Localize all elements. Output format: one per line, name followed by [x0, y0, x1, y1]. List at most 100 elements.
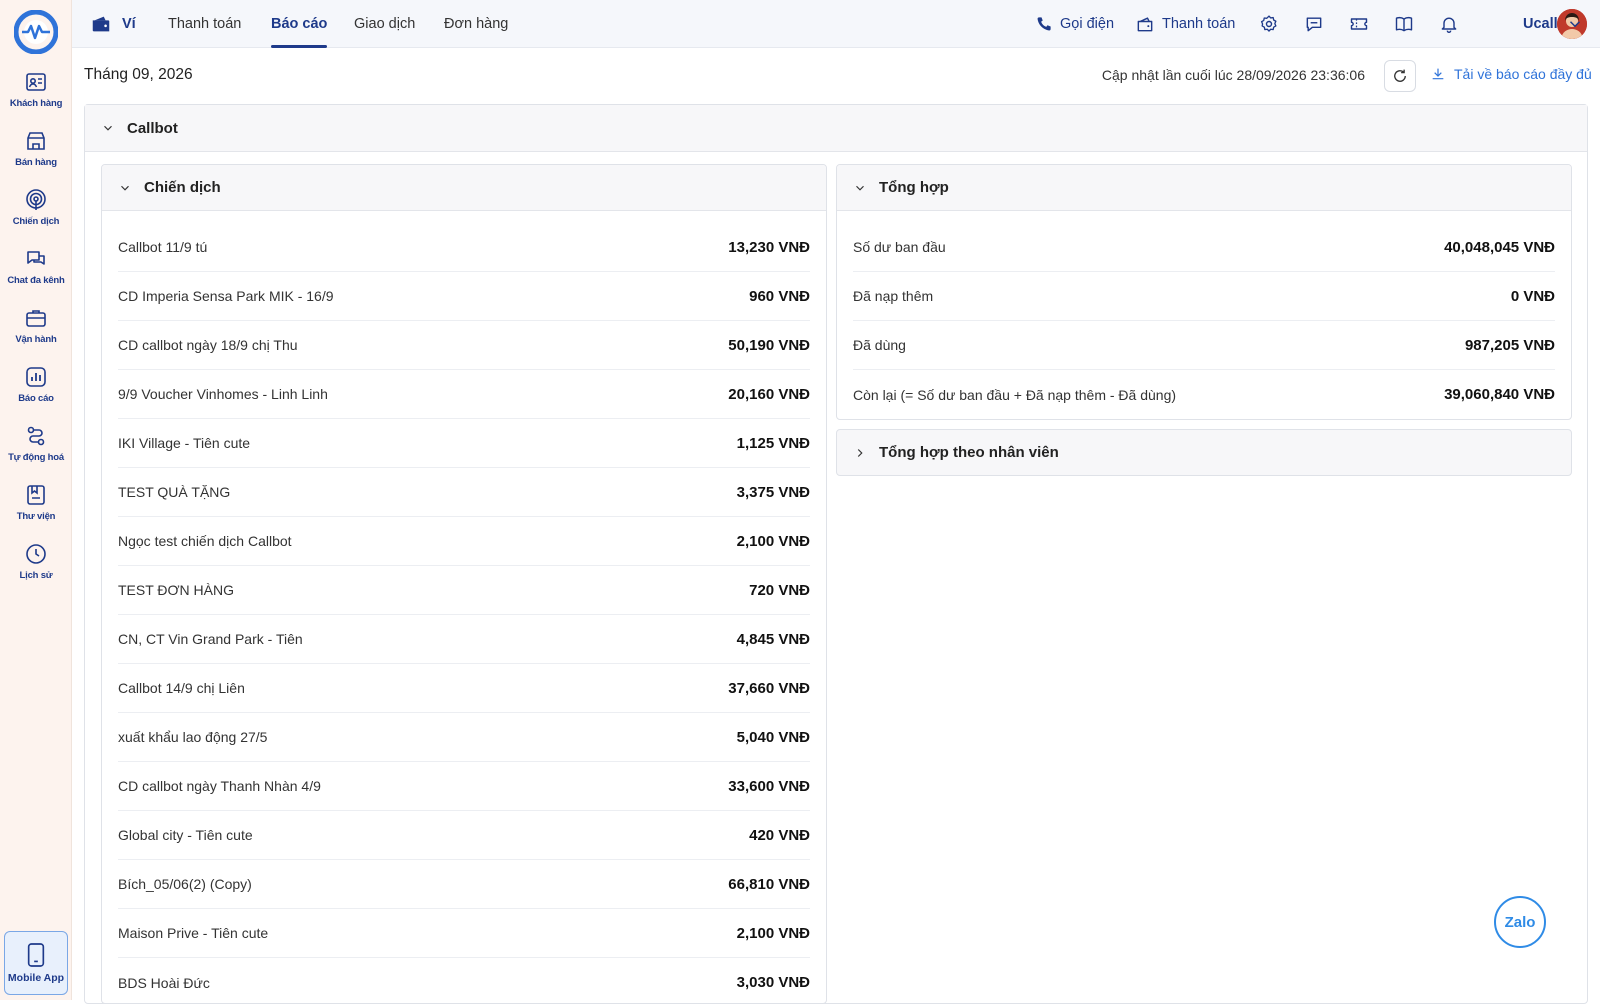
sidebar-item-automation[interactable]: Tự động hoá	[0, 424, 72, 476]
table-row: Đã dùng 987,205 VNĐ	[853, 321, 1555, 370]
campaigns-card-header[interactable]: Chiến dịch	[102, 165, 826, 211]
sidebar-item-label: Thư viện	[16, 511, 56, 522]
table-row: CN, CT Vin Grand Park - Tiên 4,845 VNĐ	[118, 615, 810, 664]
ticket-icon[interactable]	[1347, 12, 1371, 36]
tab-transactions[interactable]: Giao dịch	[354, 0, 415, 48]
library-icon	[27, 485, 45, 505]
summary-list: Số dư ban đầu 40,048,045 VNĐ Đã nạp thêm 0 …	[837, 211, 1571, 419]
row-value: 66,810 VNĐ	[728, 875, 810, 893]
row-value: 4,845 VNĐ	[736, 630, 810, 648]
row-name: TEST ĐƠN HÀNG	[118, 582, 234, 598]
ucall-logo[interactable]	[13, 9, 59, 55]
callbot-title: Callbot	[127, 119, 178, 137]
table-row: CD callbot ngày 18/9 chị Thu 50,190 VNĐ	[118, 321, 810, 370]
table-row: Bích_05/06(2) (Copy) 66,810 VNĐ	[118, 860, 810, 909]
mobile-app-label: Mobile App	[7, 972, 65, 984]
sidebar-item-label: Chiến dịch	[12, 216, 60, 227]
clock-icon	[26, 544, 46, 564]
row-name: Ngọc test chiến dịch Callbot	[118, 533, 292, 549]
call-button[interactable]: Gọi điện	[1034, 0, 1114, 48]
wallet-icon	[92, 16, 110, 32]
sidebar-item-campaigns[interactable]: Chiến dịch	[0, 188, 72, 240]
row-value: 960 VNĐ	[749, 287, 810, 305]
table-row: Còn lại (= Số dư ban đầu + Đã nạp thêm -…	[853, 370, 1555, 419]
guide-book-icon[interactable]	[1392, 12, 1416, 36]
table-row: xuất khẩu lao động 27/5 5,040 VNĐ	[118, 713, 810, 762]
sidebar-item-label: Vận hành	[15, 334, 57, 345]
table-row: 9/9 Voucher Vinhomes - Linh Linh 20,160 V…	[118, 370, 810, 419]
chat-icon	[27, 251, 45, 265]
phone-icon	[1037, 16, 1051, 30]
sidebar-item-omnichannel-chat[interactable]: Chat đa kênh	[0, 247, 72, 299]
row-value: 1,125 VNĐ	[736, 434, 810, 452]
sidebar-item-library[interactable]: Thư viện	[0, 483, 72, 535]
row-value: 20,160 VNĐ	[728, 385, 810, 403]
download-label: Tải về báo cáo đầy đủ	[1454, 66, 1592, 82]
callbot-panel-header[interactable]: Callbot	[85, 105, 1587, 152]
row-value: 40,048,045 VNĐ	[1444, 238, 1555, 256]
row-name: TEST QUÀ TẶNG	[118, 484, 231, 500]
chevron-down-icon	[1569, 21, 1580, 28]
tab-wallet[interactable]: Ví	[90, 0, 136, 48]
table-row: TEST QUÀ TẶNG 3,375 VNĐ	[118, 468, 810, 517]
chevron-down-icon	[121, 185, 129, 191]
chevron-down-icon	[104, 125, 112, 131]
user-name: Ucall	[1523, 16, 1558, 32]
row-value: 987,205 VNĐ	[1464, 336, 1555, 354]
report-month: Tháng 09, 2026	[84, 66, 193, 83]
refresh-icon	[1394, 69, 1406, 82]
summary-by-staff-title: Tổng hợp theo nhân viên	[879, 444, 1059, 461]
table-row: Maison Prive - Tiên cute 2,100 VNĐ	[118, 909, 810, 958]
row-name: CD Imperia Sensa Park MIK - 16/9	[118, 288, 334, 304]
refresh-button[interactable]	[1384, 60, 1416, 92]
sidebar-item-label: Lịch sử	[19, 570, 53, 581]
chevron-down-icon	[856, 185, 864, 191]
sidebar-item-customers[interactable]: Khách hàng	[0, 70, 72, 122]
row-value: 5,040 VNĐ	[736, 728, 810, 746]
table-row: Callbot 11/9 tú 13,230 VNĐ	[118, 223, 810, 272]
row-value: 37,660 VNĐ	[728, 679, 810, 697]
table-row: IKI Village - Tiên cute 1,125 VNĐ	[118, 419, 810, 468]
sidebar-item-label: Khách hàng	[9, 98, 63, 109]
sidebar-item-sales[interactable]: Bán hàng	[0, 129, 72, 181]
download-full-report-link[interactable]: Tải về báo cáo đầy đủ	[1430, 66, 1592, 82]
user-menu[interactable]: Ucall	[1523, 0, 1584, 48]
tab-payment[interactable]: Thanh toán	[168, 0, 241, 48]
tab-orders[interactable]: Đơn hàng	[444, 0, 508, 48]
zalo-chat-button[interactable]: Zalo	[1494, 896, 1546, 948]
row-value: 2,100 VNĐ	[736, 532, 810, 550]
row-name: Số dư ban đầu	[853, 239, 946, 255]
row-name: Còn lại (= Số dư ban đầu + Đã nạp thêm -…	[853, 386, 1177, 403]
row-value: 3,030 VNĐ	[736, 974, 810, 991]
payment-button[interactable]: Thanh toán	[1135, 0, 1235, 48]
summary-card-header[interactable]: Tổng hợp	[837, 165, 1571, 211]
sidebar-item-reports[interactable]: Báo cáo	[0, 365, 72, 417]
mobile-app-button[interactable]: Mobile App	[4, 931, 68, 995]
row-name: CN, CT Vin Grand Park - Tiên	[118, 631, 303, 647]
row-name: Callbot 14/9 chị Liên	[118, 680, 245, 696]
row-name: xuất khẩu lao động 27/5	[118, 729, 268, 745]
settings-icon[interactable]	[1257, 12, 1281, 36]
tab-reports[interactable]: Báo cáo	[271, 0, 328, 48]
sidebar-item-label: Tự động hoá	[8, 452, 64, 463]
message-icon[interactable]	[1302, 12, 1326, 36]
row-value: 2,100 VNĐ	[736, 924, 810, 942]
bell-icon[interactable]	[1437, 12, 1461, 36]
summary-by-staff-header[interactable]: Tổng hợp theo nhân viên	[836, 429, 1572, 476]
summary-card: Tổng hợp Số dư ban đầu 40,048,045 VNĐ Đã n…	[836, 164, 1572, 420]
row-name: CD callbot ngày Thanh Nhàn 4/9	[118, 778, 321, 794]
summary-title: Tổng hợp	[879, 179, 949, 196]
table-row: CD Imperia Sensa Park MIK - 16/9 960 VNĐ	[118, 272, 810, 321]
top-bar: Ví Thanh toán Báo cáo Giao dịch Đơn hàng…	[72, 0, 1600, 48]
workflow-icon	[27, 426, 45, 446]
table-row: Đã nạp thêm 0 VNĐ	[853, 272, 1555, 321]
sidebar-item-label: Chat đa kênh	[7, 275, 65, 286]
sidebar-item-operations[interactable]: Vận hành	[0, 306, 72, 358]
zalo-label: Zalo	[1504, 913, 1536, 931]
sidebar: Khách hàng Bán hàng Chiến dịch Chat đa k…	[0, 0, 72, 1000]
row-name: CD callbot ngày 18/9 chị Thu	[118, 337, 298, 353]
sidebar-item-history[interactable]: Lịch sử	[0, 542, 72, 594]
row-name: BDS Hoài Đức	[118, 974, 210, 991]
row-name: IKI Village - Tiên cute	[118, 435, 251, 451]
customer-card-icon	[26, 73, 46, 91]
